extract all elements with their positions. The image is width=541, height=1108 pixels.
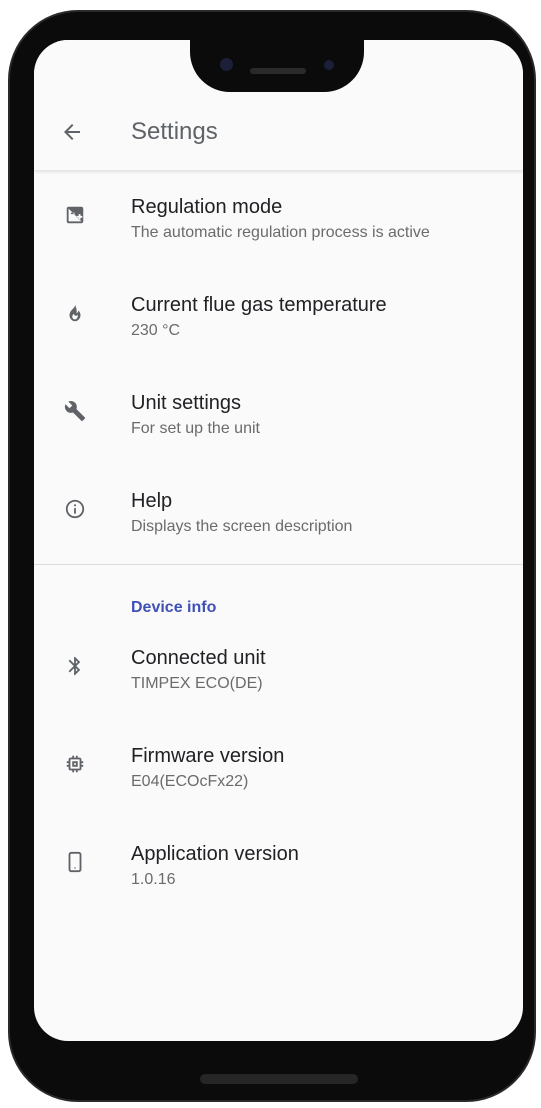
- item-title: Help: [131, 490, 173, 512]
- bluetooth-icon: [64, 655, 86, 677]
- item-subtitle: 1.0.16: [131, 871, 176, 888]
- front-camera-icon: [220, 58, 233, 71]
- item-subtitle: E04(ECOcFx22): [131, 773, 249, 790]
- auto-mode-icon: [64, 204, 86, 226]
- back-button[interactable]: [54, 114, 90, 150]
- screen: Settings Regulation mode The automatic r…: [34, 40, 523, 1041]
- settings-list: Regulation mode The automatic regulation…: [34, 170, 523, 915]
- section-title: Device info: [131, 599, 217, 616]
- item-title: Unit settings: [131, 392, 242, 414]
- connected-unit-item[interactable]: Connected unit TIMPEX ECO(DE): [34, 621, 523, 719]
- sensor-icon: [324, 60, 334, 70]
- info-icon: [64, 498, 86, 520]
- notch: [190, 28, 364, 92]
- device-info-header: Device info: [34, 565, 523, 621]
- help-item[interactable]: Help Displays the screen description: [34, 464, 523, 562]
- flame-icon: [64, 302, 86, 324]
- item-subtitle: TIMPEX ECO(DE): [131, 675, 263, 692]
- application-version-item[interactable]: Application version 1.0.16: [34, 817, 523, 915]
- item-subtitle: For set up the unit: [131, 420, 260, 437]
- wrench-icon: [64, 400, 86, 422]
- item-title: Current flue gas temperature: [131, 294, 387, 316]
- arrow-back-icon: [64, 124, 80, 140]
- unit-settings-item[interactable]: Unit settings For set up the unit: [34, 366, 523, 464]
- home-indicator: [200, 1074, 358, 1084]
- item-title: Regulation mode: [131, 196, 283, 218]
- item-title: Connected unit: [131, 647, 266, 669]
- firmware-version-item[interactable]: Firmware version E04(ECOcFx22): [34, 719, 523, 817]
- phone-icon: [64, 851, 86, 873]
- page-title: Settings: [131, 118, 218, 145]
- item-subtitle: 230 °C: [131, 322, 181, 339]
- item-subtitle: Displays the screen description: [131, 518, 353, 535]
- earpiece-speaker: [250, 68, 306, 74]
- chip-icon: [64, 753, 86, 775]
- flue-gas-temperature-item[interactable]: Current flue gas temperature 230 °C: [34, 268, 523, 366]
- regulation-mode-item[interactable]: Regulation mode The automatic regulation…: [34, 170, 523, 268]
- item-title: Firmware version: [131, 745, 285, 767]
- item-subtitle: The automatic regulation process is acti…: [131, 224, 430, 241]
- item-title: Application version: [131, 843, 299, 865]
